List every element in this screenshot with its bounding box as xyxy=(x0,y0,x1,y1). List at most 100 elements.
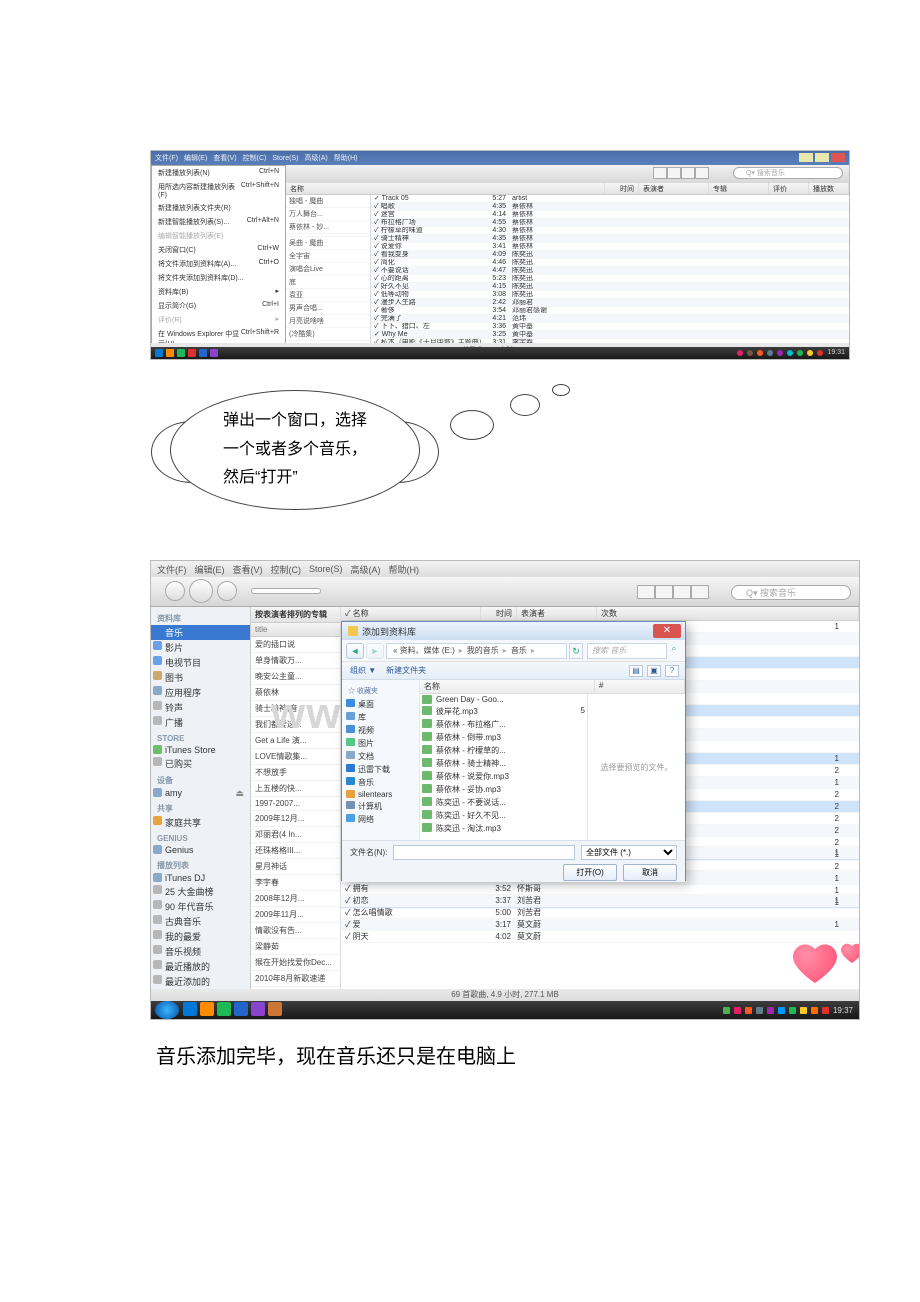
album-item[interactable]: 底 xyxy=(286,276,370,289)
menu-item[interactable]: 编辑(E) xyxy=(195,563,225,576)
menu-item[interactable]: 查看(V) xyxy=(213,153,236,163)
forward-button[interactable]: ► xyxy=(366,643,384,659)
sidebar-item[interactable]: 我的最爱 xyxy=(151,929,250,944)
column-header[interactable]: 表演者 xyxy=(639,183,709,194)
album-item[interactable]: 独唱 - 魔曲 xyxy=(286,195,370,208)
search-input[interactable]: Q▾ 搜索音乐 xyxy=(733,167,843,179)
menu-item[interactable]: 评价(R)▸ xyxy=(152,313,285,327)
sidebar-item[interactable]: 最近添加的 xyxy=(151,974,250,989)
file-menu-open[interactable]: 新建播放列表(N)Ctrl+N用所选内容新建播放列表(F)Ctrl+Shift+… xyxy=(151,165,286,360)
close-button[interactable] xyxy=(831,153,845,162)
dialog-side-item[interactable]: 库 xyxy=(344,711,417,724)
prev-button[interactable] xyxy=(165,581,185,601)
tray-icon[interactable] xyxy=(767,1007,774,1014)
taskbar-app-icon[interactable] xyxy=(199,349,207,357)
dialog-side-item[interactable]: 图片 xyxy=(344,737,417,750)
column-header[interactable]: 专辑 xyxy=(709,183,769,194)
maximize-button[interactable] xyxy=(815,153,829,162)
album-item[interactable]: 2009年11月... xyxy=(251,907,340,923)
album-item[interactable]: Get a Life 演... xyxy=(251,733,340,749)
track-row[interactable]: ✓ 低等动物3:08陈奕迅 xyxy=(371,291,849,299)
dialog-side-item[interactable]: silentears xyxy=(344,789,417,800)
crumb-part[interactable]: 音乐 xyxy=(511,645,527,656)
menu-item[interactable]: 将文件夹添加到资料库(D)... xyxy=(152,271,285,285)
album-item[interactable]: LOVE情歌集... xyxy=(251,749,340,765)
system-tray[interactable]: 19:31 xyxy=(737,349,845,356)
tray-icon[interactable] xyxy=(778,1007,785,1014)
tray-icon[interactable] xyxy=(807,350,813,356)
album-item[interactable]: 万人舞台... xyxy=(286,208,370,221)
track-row[interactable]: ✓ 怎么唱情歌5:00刘苦君 xyxy=(341,907,859,919)
view-cover-button[interactable] xyxy=(695,167,709,179)
dialog-side-item[interactable]: 视频 xyxy=(344,724,417,737)
menu-item[interactable]: 查看(V) xyxy=(233,563,263,576)
sidebar-item[interactable]: 90 年代音乐 xyxy=(151,899,250,914)
album-item[interactable]: 不想放手 xyxy=(251,765,340,781)
album-item[interactable]: 猴在开始找爱你Dec... xyxy=(251,955,340,971)
tray-icon[interactable] xyxy=(777,350,783,356)
column-header[interactable]: 时间 xyxy=(605,183,639,194)
menu-item[interactable]: 文件(F) xyxy=(155,153,178,163)
dialog-toolbar[interactable]: 组织 ▼ 新建文件夹 ▤ ▣ ? xyxy=(342,662,685,680)
album-item[interactable]: 1997-2007... xyxy=(251,797,340,811)
album-item[interactable] xyxy=(251,1019,340,1020)
filename-input[interactable] xyxy=(393,845,575,860)
sidebar-item[interactable]: 古典音乐 xyxy=(151,914,250,929)
dialog-search-input[interactable]: 搜索 音乐 xyxy=(587,643,667,659)
menu-item[interactable]: 用所选内容新建播放列表(F)Ctrl+Shift+N xyxy=(152,180,285,201)
sidebar-item[interactable]: 家庭共享 xyxy=(151,815,250,830)
menu-item[interactable]: 新建播放列表(N)Ctrl+N xyxy=(152,166,285,180)
dialog-nav[interactable]: ◄ ► « 资料、媒体 (E:)▸我的音乐▸音乐▸ ↻ 搜索 音乐 ⌕ xyxy=(342,640,685,662)
album-item[interactable]: 2008年12月... xyxy=(251,891,340,907)
tray-icon[interactable] xyxy=(822,1007,829,1014)
menu-item[interactable]: 控制(C) xyxy=(243,153,267,163)
album-item[interactable]: 情歌没有告... xyxy=(251,923,340,939)
dialog-side-item[interactable]: 网络 xyxy=(344,813,417,826)
sidebar-item[interactable]: 图书 xyxy=(151,670,250,685)
back-button[interactable]: ◄ xyxy=(346,643,364,659)
track-row[interactable]: ✓ 迷宫4:14蔡依林 xyxy=(371,211,849,219)
album-item[interactable]: 上五楼的快... xyxy=(251,781,340,797)
breadcrumb[interactable]: « 资料、媒体 (E:)▸我的音乐▸音乐▸ xyxy=(386,643,567,659)
view-cover-button[interactable] xyxy=(691,585,709,599)
menu-item[interactable]: 新建播放列表文件夹(R) xyxy=(152,201,285,215)
album-item[interactable]: 爱的插口说 xyxy=(251,637,340,653)
crumb-part[interactable]: 我的音乐 xyxy=(467,645,499,656)
album-item[interactable]: 袁亚 xyxy=(286,289,370,302)
sidebar-item[interactable]: 已购买 xyxy=(151,756,250,771)
sidebar-item[interactable]: amy ⏏ xyxy=(151,787,250,799)
sidebar-item[interactable]: 音乐视频 xyxy=(151,944,250,959)
tray-icon[interactable] xyxy=(797,350,803,356)
menu-item[interactable]: 编辑(E) xyxy=(184,153,207,163)
sidebar-item[interactable]: Genius xyxy=(151,844,250,856)
play-button[interactable] xyxy=(189,579,213,603)
col-name[interactable]: 名称 xyxy=(420,680,595,693)
refresh-button[interactable]: ↻ xyxy=(569,643,583,659)
tray-icon[interactable] xyxy=(757,350,763,356)
tray-icon[interactable] xyxy=(811,1007,818,1014)
menu-item[interactable]: 新建智能播放列表(S)...Ctrl+Alt+N xyxy=(152,215,285,229)
organize-menu[interactable]: 组织 ▼ xyxy=(350,665,376,676)
help-button[interactable]: ? xyxy=(665,665,679,677)
track-row[interactable]: ✓ 心的距离5:23陈奕迅 xyxy=(371,275,849,283)
system-tray[interactable]: 19:37 xyxy=(723,1006,853,1015)
album-list-column[interactable]: 按表演者排列的专辑 title 爱的插口说单身情歌万...晚安公主童...蔡依林… xyxy=(251,607,341,989)
tray-icon[interactable] xyxy=(756,1007,763,1014)
open-file-dialog[interactable]: 添加到资料库 ✕ ◄ ► « 资料、媒体 (E:)▸我的音乐▸音乐▸ ↻ 搜索 … xyxy=(341,621,686,881)
next-button[interactable] xyxy=(217,581,237,601)
album-item[interactable]: 单身情歌万... xyxy=(251,653,340,669)
track-row[interactable]: ✓ 柠檬草的味道4:30蔡依林 xyxy=(371,227,849,235)
sidebar-item[interactable]: 25 大金曲榜 xyxy=(151,884,250,899)
windows-taskbar[interactable]: 19:37 xyxy=(151,1001,859,1019)
track-row[interactable]: ✓ Track 055:27artist xyxy=(371,195,849,203)
tray-icon[interactable] xyxy=(767,350,773,356)
menu-item[interactable]: 帮助(H) xyxy=(334,153,358,163)
album-item[interactable]: 骑士精神(音... xyxy=(251,701,340,717)
tray-icon[interactable] xyxy=(747,350,753,356)
menu-item[interactable]: 高级(A) xyxy=(351,563,381,576)
tray-icon[interactable] xyxy=(737,350,743,356)
file-filter-select[interactable]: 全部文件 (*.) xyxy=(581,845,677,860)
album-item[interactable]: 男声合唱... xyxy=(286,302,370,315)
sidebar-item[interactable]: 应用程序 xyxy=(151,685,250,700)
album-item[interactable]: 蔡依林 xyxy=(251,685,340,701)
